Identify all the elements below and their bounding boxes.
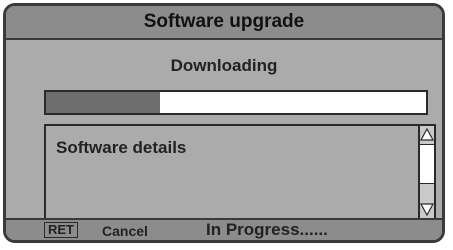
dialog-title: Software upgrade: [143, 11, 305, 32]
cancel-button[interactable]: Cancel: [102, 223, 148, 239]
scroll-thumb[interactable]: [420, 144, 434, 184]
software-details-label: Software details: [56, 138, 187, 157]
download-status-text: Downloading: [170, 56, 278, 75]
progress-fill: [46, 92, 160, 113]
details-scrollbar[interactable]: [418, 126, 434, 218]
download-progress-bar: [44, 90, 428, 115]
scroll-up-icon[interactable]: [420, 126, 434, 142]
footer-progress-status: In Progress......: [206, 220, 328, 239]
software-upgrade-dialog: Software upgrade Downloading Software de…: [3, 3, 445, 243]
software-details-panel: Software details: [44, 124, 436, 220]
dialog-footer: RET Cancel In Progress......: [6, 218, 442, 240]
ret-key-badge[interactable]: RET: [44, 222, 78, 238]
scroll-down-icon[interactable]: [420, 202, 434, 218]
dialog-titlebar: Software upgrade: [6, 6, 442, 40]
